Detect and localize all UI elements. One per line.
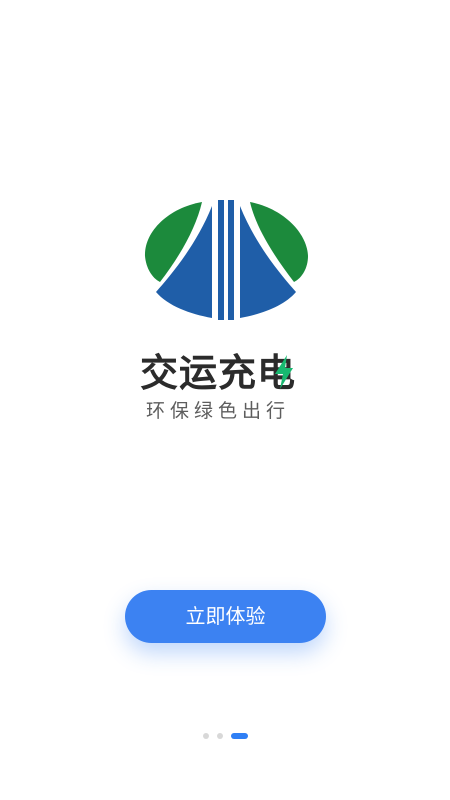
tagline: 环保绿色出行 [146,400,291,422]
splash-screen: 交运充电 环保绿色出行 立即体验 [0,0,450,800]
page-dot-active [231,733,248,739]
start-experience-button[interactable]: 立即体验 [125,590,326,643]
app-logo-icon [144,200,308,320]
lightning-bolt-icon [275,355,293,389]
page-indicator [200,733,260,741]
page-dot [217,733,223,739]
page-dot [203,733,209,739]
brand-name: 交运充电 [140,350,312,396]
